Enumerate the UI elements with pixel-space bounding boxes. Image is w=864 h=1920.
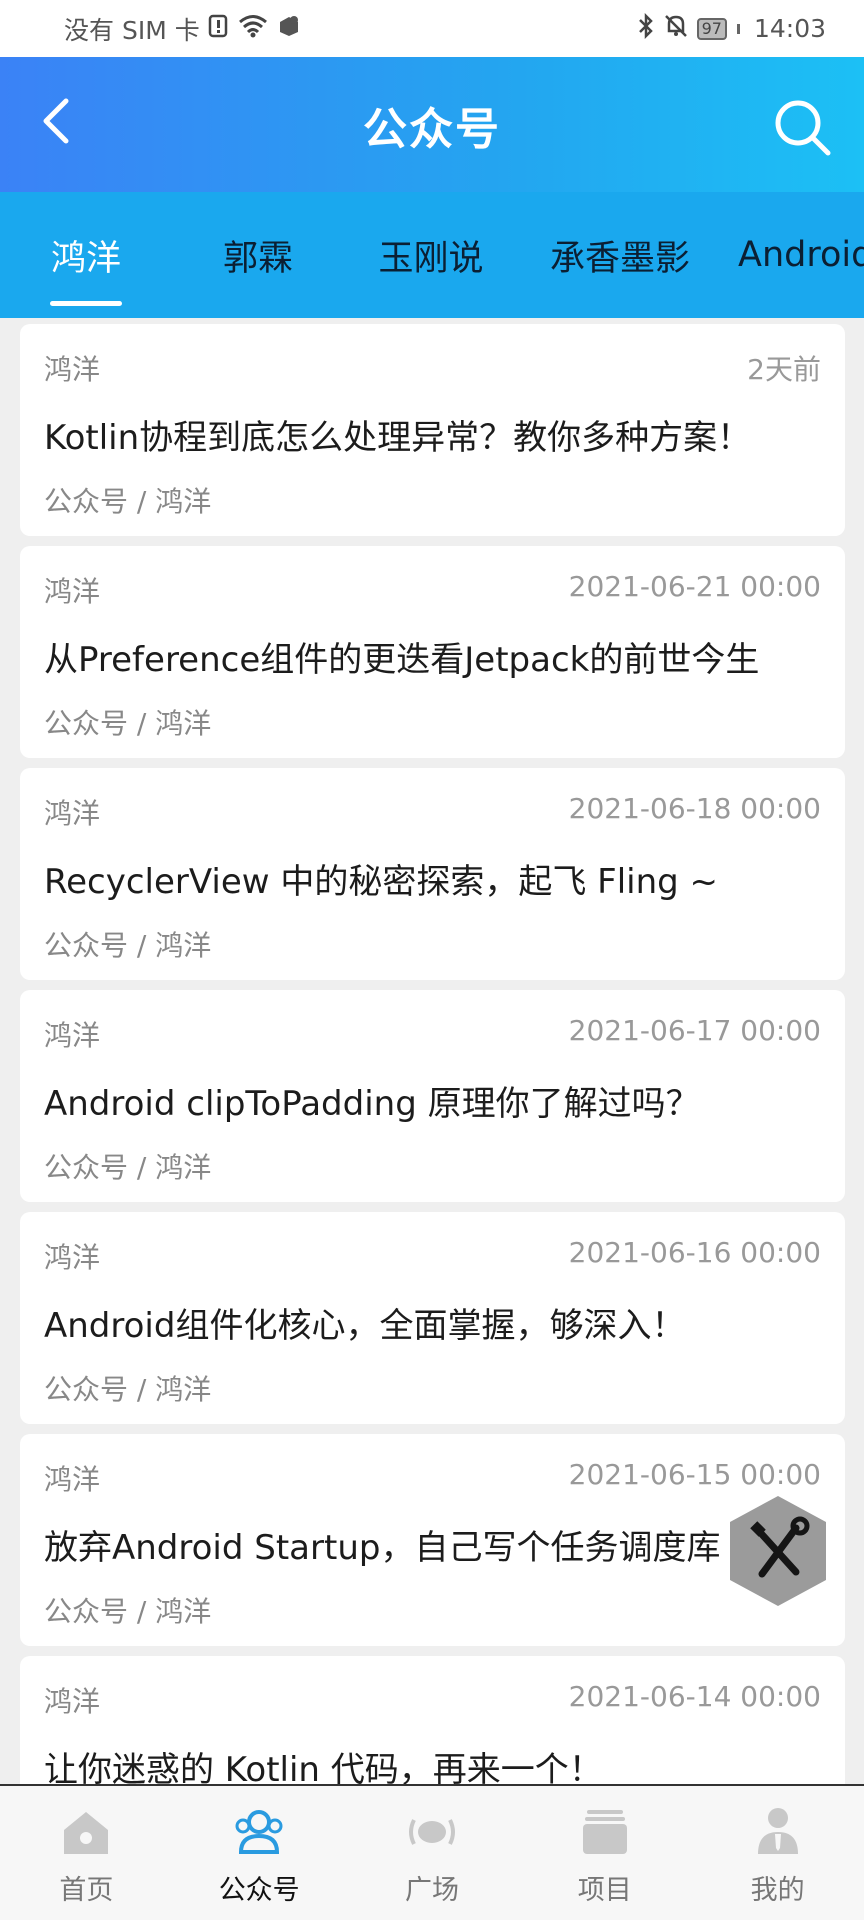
article-date: 2天前 [747,353,821,386]
tab-hongyang[interactable]: 鸿洋 [20,192,152,318]
nav-label: 项目 [577,1875,632,1906]
nav-official-accounts[interactable]: 公众号 [173,1786,346,1920]
chevron-left-icon [43,98,69,144]
article-category[interactable]: 公众号 / 鸿洋 [44,702,211,742]
carrier-text: 没有 SIM 卡 [64,15,200,45]
status-left: 没有 SIM 卡 [64,11,302,47]
article-category[interactable]: 公众号 / 鸿洋 [44,1146,211,1186]
people-icon [235,1810,283,1854]
article-title: 放弃Android Startup，自己写个任务调度库 [44,1528,721,1568]
tab-guolin[interactable]: 郭霖 [192,192,324,318]
article-author: 鸿洋 [44,575,101,608]
tab-label: 玉刚说 [378,238,484,279]
article-date: 2021-06-21 00:00 [568,570,821,603]
article-card[interactable]: 鸿洋 2021-06-21 00:00 从Preference组件的更迭看Jet… [20,546,845,758]
bottom-navigation: 首页 公众号 广场 项目 我的 [0,1784,864,1920]
article-author: 鸿洋 [44,353,101,386]
nav-label: 公众号 [218,1875,300,1906]
article-author: 鸿洋 [44,1241,101,1274]
article-date: 2021-06-18 00:00 [568,792,821,825]
nav-label: 首页 [59,1875,114,1906]
nav-square[interactable]: 广场 [346,1786,519,1920]
article-card[interactable]: 鸿洋 2021-06-17 00:00 Android clipToPaddin… [20,990,845,1202]
nav-label: 我的 [750,1875,805,1906]
article-card[interactable]: 鸿洋 2021-06-18 00:00 RecyclerView 中的秘密探索，… [20,768,845,980]
status-bar: 没有 SIM 卡 97 14:03 [0,0,864,57]
article-title: 从Preference组件的更迭看Jetpack的前世今生 [44,640,760,680]
wifi-icon [238,14,268,44]
app-notification-icon [276,14,302,44]
article-title: 让你迷惑的 Kotlin 代码，再来一个！ [44,1750,603,1784]
article-category[interactable]: 公众号 / 鸿洋 [44,480,211,520]
article-category[interactable]: 公众号 / 鸿洋 [44,924,211,964]
tab-active-indicator [50,301,122,306]
folder-icon [582,1810,627,1854]
tab-android[interactable]: Android [738,192,864,318]
article-date: 2021-06-17 00:00 [568,1014,821,1047]
article-date: 2021-06-16 00:00 [568,1236,821,1269]
article-title: RecyclerView 中的秘密探索，起飞 Fling ~ [44,862,719,902]
back-button[interactable] [28,93,84,149]
article-date: 2021-06-15 00:00 [568,1458,821,1491]
tools-fab-button[interactable] [722,1492,834,1610]
article-title: Android clipToPadding 原理你了解过吗？ [44,1084,700,1124]
article-author: 鸿洋 [44,1463,101,1496]
nav-home[interactable]: 首页 [0,1786,173,1920]
search-button[interactable] [768,93,836,161]
tab-label: 郭霖 [222,238,293,279]
broadcast-icon [408,1819,455,1845]
tab-label: Android [738,235,864,275]
article-title: Android组件化核心，全面掌握，够深入！ [44,1306,686,1346]
app-header: 公众号 [0,57,864,192]
home-icon [64,1812,109,1854]
status-right: 97 14:03 [637,12,826,45]
bluetooth-icon [637,12,655,45]
search-icon [775,100,831,156]
article-category[interactable]: 公众号 / 鸿洋 [44,1590,211,1630]
battery-tip [736,23,740,34]
clock: 14:03 [753,14,826,43]
tab-chengxiangmoying[interactable]: 承香墨影 [538,192,702,318]
article-author: 鸿洋 [44,797,101,830]
user-icon [757,1808,798,1854]
nav-projects[interactable]: 项目 [518,1786,691,1920]
article-card[interactable]: 鸿洋 2021-06-14 00:00 让你迷惑的 Kotlin 代码，再来一个… [20,1656,845,1784]
tab-bar: 鸿洋 郭霖 玉刚说 承香墨影 Android [0,192,864,318]
article-date: 2021-06-14 00:00 [568,1680,821,1713]
article-author: 鸿洋 [44,1685,101,1718]
article-title: Kotlin协程到底怎么处理异常？教你多种方案！ [44,418,752,458]
tab-yugangshuo[interactable]: 玉刚说 [360,192,502,318]
tab-label: 承香墨影 [549,238,690,279]
article-card[interactable]: 鸿洋 2天前 Kotlin协程到底怎么处理异常？教你多种方案！ 公众号 / 鸿洋 [20,324,845,536]
article-author: 鸿洋 [44,1019,101,1052]
page-title: 公众号 [363,103,501,155]
nav-mine[interactable]: 我的 [691,1786,864,1920]
article-card[interactable]: 鸿洋 2021-06-16 00:00 Android组件化核心，全面掌握，够深… [20,1212,845,1424]
sim-alert-icon [208,14,230,44]
mute-bell-icon [663,13,689,45]
tools-icon [730,1496,826,1606]
nav-label: 广场 [404,1875,459,1906]
battery-indicator: 97 [696,17,727,40]
article-category[interactable]: 公众号 / 鸿洋 [44,1368,211,1408]
tab-label: 鸿洋 [50,238,121,279]
